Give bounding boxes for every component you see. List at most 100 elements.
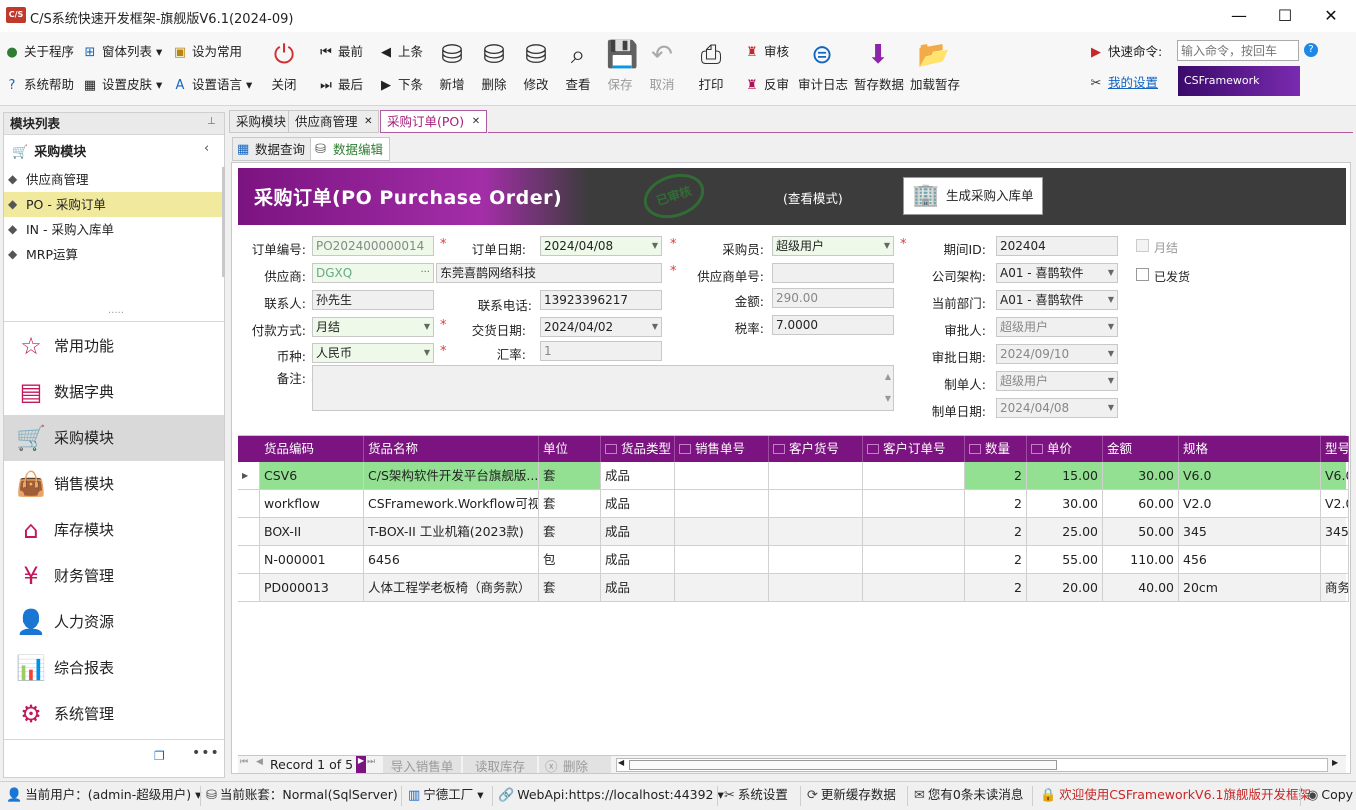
messages-button[interactable]: ✉ 您有0条未读消息 xyxy=(910,782,1023,810)
close-tab-icon[interactable]: ✕ xyxy=(472,111,480,133)
approver-field[interactable]: 超级用户 ▼ xyxy=(996,317,1118,337)
dropdown-icon[interactable]: ▼ xyxy=(1108,291,1114,309)
view-button[interactable]: ⌕ 查看 xyxy=(564,36,592,93)
table-cell[interactable]: 人体工程学老板椅（商务款） xyxy=(364,574,539,602)
module-title[interactable]: 🛒 采购模块 xyxy=(12,141,86,160)
table-cell[interactable]: CSFramework.Workflow可视... xyxy=(364,490,539,518)
nav-purchase[interactable]: 🛒 采购模块 xyxy=(4,415,224,461)
table-cell[interactable] xyxy=(863,490,965,518)
row-indicator[interactable] xyxy=(238,546,260,574)
table-row[interactable]: BOX-II T-BOX-II 工业机箱(2023款) 套成品 2 25.00 50.00… xyxy=(238,518,1349,546)
webapi-selector[interactable]: 🔗 WebApi:https://localhost:44392 ▾ xyxy=(494,782,724,810)
table-cell[interactable]: 2 xyxy=(965,574,1027,602)
table-cell[interactable]: 商务 xyxy=(1321,574,1349,602)
nav-hr[interactable]: 👤 人力资源 xyxy=(4,599,224,645)
column-header[interactable]: 单位 xyxy=(539,436,601,462)
table-cell[interactable]: 40.00 xyxy=(1103,574,1179,602)
table-cell[interactable]: 2 xyxy=(965,518,1027,546)
phone-field[interactable]: 13923396217 xyxy=(540,290,662,310)
table-cell[interactable]: 套 xyxy=(539,462,601,490)
row-indicator[interactable] xyxy=(238,574,260,602)
dept-field[interactable]: A01 - 喜鹊软件 ▼ xyxy=(996,290,1118,310)
table-cell[interactable]: 345 xyxy=(1321,518,1349,546)
dropdown-icon[interactable]: ▼ xyxy=(1108,399,1114,417)
print-button[interactable]: ⎙ 打印 xyxy=(697,36,725,93)
system-settings-button[interactable]: ✂ 系统设置 xyxy=(720,782,788,810)
tree-scrollbar[interactable] xyxy=(222,167,225,277)
scroll-down-icon[interactable]: ▼ xyxy=(885,390,891,408)
help-circle-icon[interactable]: ? xyxy=(1304,43,1318,57)
supplier-name-field[interactable]: 东莞喜鹊网络科技 xyxy=(436,263,662,283)
table-cell[interactable]: 2 xyxy=(965,490,1027,518)
dropdown-icon[interactable]: ▼ xyxy=(424,344,430,362)
dropdown-icon[interactable]: ▼ xyxy=(1108,318,1114,336)
skin-button[interactable]: ▦ 设置皮肤 ▾ xyxy=(82,74,162,96)
table-cell[interactable]: 110.00 xyxy=(1103,546,1179,574)
table-cell[interactable]: V6.0 xyxy=(1179,462,1321,490)
last-page-icon[interactable]: ⏭ xyxy=(367,757,375,767)
audit-log-button[interactable]: ⊜ 审计日志 xyxy=(798,36,848,93)
table-cell[interactable]: workflow xyxy=(260,490,364,518)
column-header[interactable]: 销售单号 xyxy=(675,436,769,462)
table-cell[interactable] xyxy=(769,574,863,602)
nav-reports[interactable]: 📊 综合报表 xyxy=(4,645,224,691)
column-header[interactable]: 数量 xyxy=(965,436,1027,462)
refresh-cache-button[interactable]: ⟳ 更新缓存数据 xyxy=(803,782,896,810)
table-cell[interactable]: 成品 xyxy=(601,546,675,574)
table-cell[interactable]: 套 xyxy=(539,490,601,518)
table-cell[interactable] xyxy=(675,546,769,574)
table-cell[interactable]: V2.0 xyxy=(1321,490,1349,518)
remark-textarea[interactable]: ▲ ▼ xyxy=(312,365,894,411)
table-cell[interactable] xyxy=(769,518,863,546)
dropdown-icon[interactable]: ▼ xyxy=(652,237,658,255)
tab-data-edit[interactable]: ⛁ 数据编辑 xyxy=(310,137,391,161)
table-cell[interactable] xyxy=(675,490,769,518)
close-window-button[interactable]: ✕ xyxy=(1308,0,1354,32)
load-stash-button[interactable]: 📂 加载暂存 xyxy=(910,36,960,93)
tab-purchase-module[interactable]: 采购模块 xyxy=(229,110,294,133)
scroll-right-icon[interactable]: ▶ xyxy=(1332,758,1338,767)
my-settings-link[interactable]: ✂ 我的设置 xyxy=(1088,72,1158,94)
table-cell[interactable] xyxy=(675,574,769,602)
table-cell[interactable]: 50.00 xyxy=(1103,518,1179,546)
about-button[interactable]: ● 关于程序 xyxy=(4,41,74,63)
delete-row-button[interactable]: ⓧ 删除 xyxy=(539,756,611,774)
table-cell[interactable]: C/S架构软件开发平台旗舰版... xyxy=(364,462,539,490)
collapse-icon[interactable]: ‹ xyxy=(204,141,209,156)
help-button[interactable]: ? 系统帮助 xyxy=(4,74,74,96)
sidebar-item-mrp[interactable]: ◆ MRP运算 xyxy=(4,242,222,267)
dropdown-icon[interactable]: ▼ xyxy=(1108,372,1114,390)
prev-record-button[interactable]: ◀ 上条 xyxy=(378,41,423,63)
column-header[interactable]: 客户订单号 xyxy=(863,436,965,462)
order-no-field[interactable]: PO202400000014 xyxy=(312,236,434,256)
unaudit-button[interactable]: ♜ 反审 xyxy=(744,74,789,96)
table-cell[interactable]: BOX-II xyxy=(260,518,364,546)
sidebar-item-in[interactable]: ◆ IN - 采购入库单 xyxy=(4,217,222,242)
prev-page-icon[interactable]: ◀ xyxy=(256,757,263,767)
pin-icon[interactable]: ⊥ xyxy=(207,116,216,127)
nav-sales[interactable]: 👜 销售模块 xyxy=(4,461,224,507)
column-header[interactable]: 货品类型 xyxy=(601,436,675,462)
save-button[interactable]: 💾 保存 xyxy=(606,36,638,93)
scroll-thumb[interactable] xyxy=(629,760,1057,770)
table-cell[interactable]: 成品 xyxy=(601,518,675,546)
ellipsis-icon[interactable]: ··· xyxy=(420,264,430,282)
dropdown-icon[interactable]: ▼ xyxy=(424,318,430,336)
factory-selector[interactable]: ▥ 宁德工厂 ▾ xyxy=(404,782,484,810)
supplier-no-field[interactable] xyxy=(772,263,894,283)
table-cell[interactable] xyxy=(1321,546,1349,574)
shipped-checkbox[interactable] xyxy=(1136,268,1149,281)
rate-field[interactable]: 1 xyxy=(540,341,662,361)
tax-field[interactable]: 7.0000 xyxy=(772,315,894,335)
company-field[interactable]: A01 - 喜鹊软件 ▼ xyxy=(996,263,1118,283)
table-cell[interactable] xyxy=(675,462,769,490)
amount-field[interactable]: 290.00 xyxy=(772,288,894,308)
table-cell[interactable]: 30.00 xyxy=(1027,490,1103,518)
table-cell[interactable]: 套 xyxy=(539,574,601,602)
table-cell[interactable] xyxy=(675,518,769,546)
table-cell[interactable]: 成品 xyxy=(601,490,675,518)
sidebar-item-supplier[interactable]: ◆ 供应商管理 xyxy=(4,167,222,192)
dropdown-icon[interactable]: ▼ xyxy=(1108,264,1114,282)
table-cell[interactable] xyxy=(863,546,965,574)
column-header[interactable]: 型号 xyxy=(1321,436,1349,462)
